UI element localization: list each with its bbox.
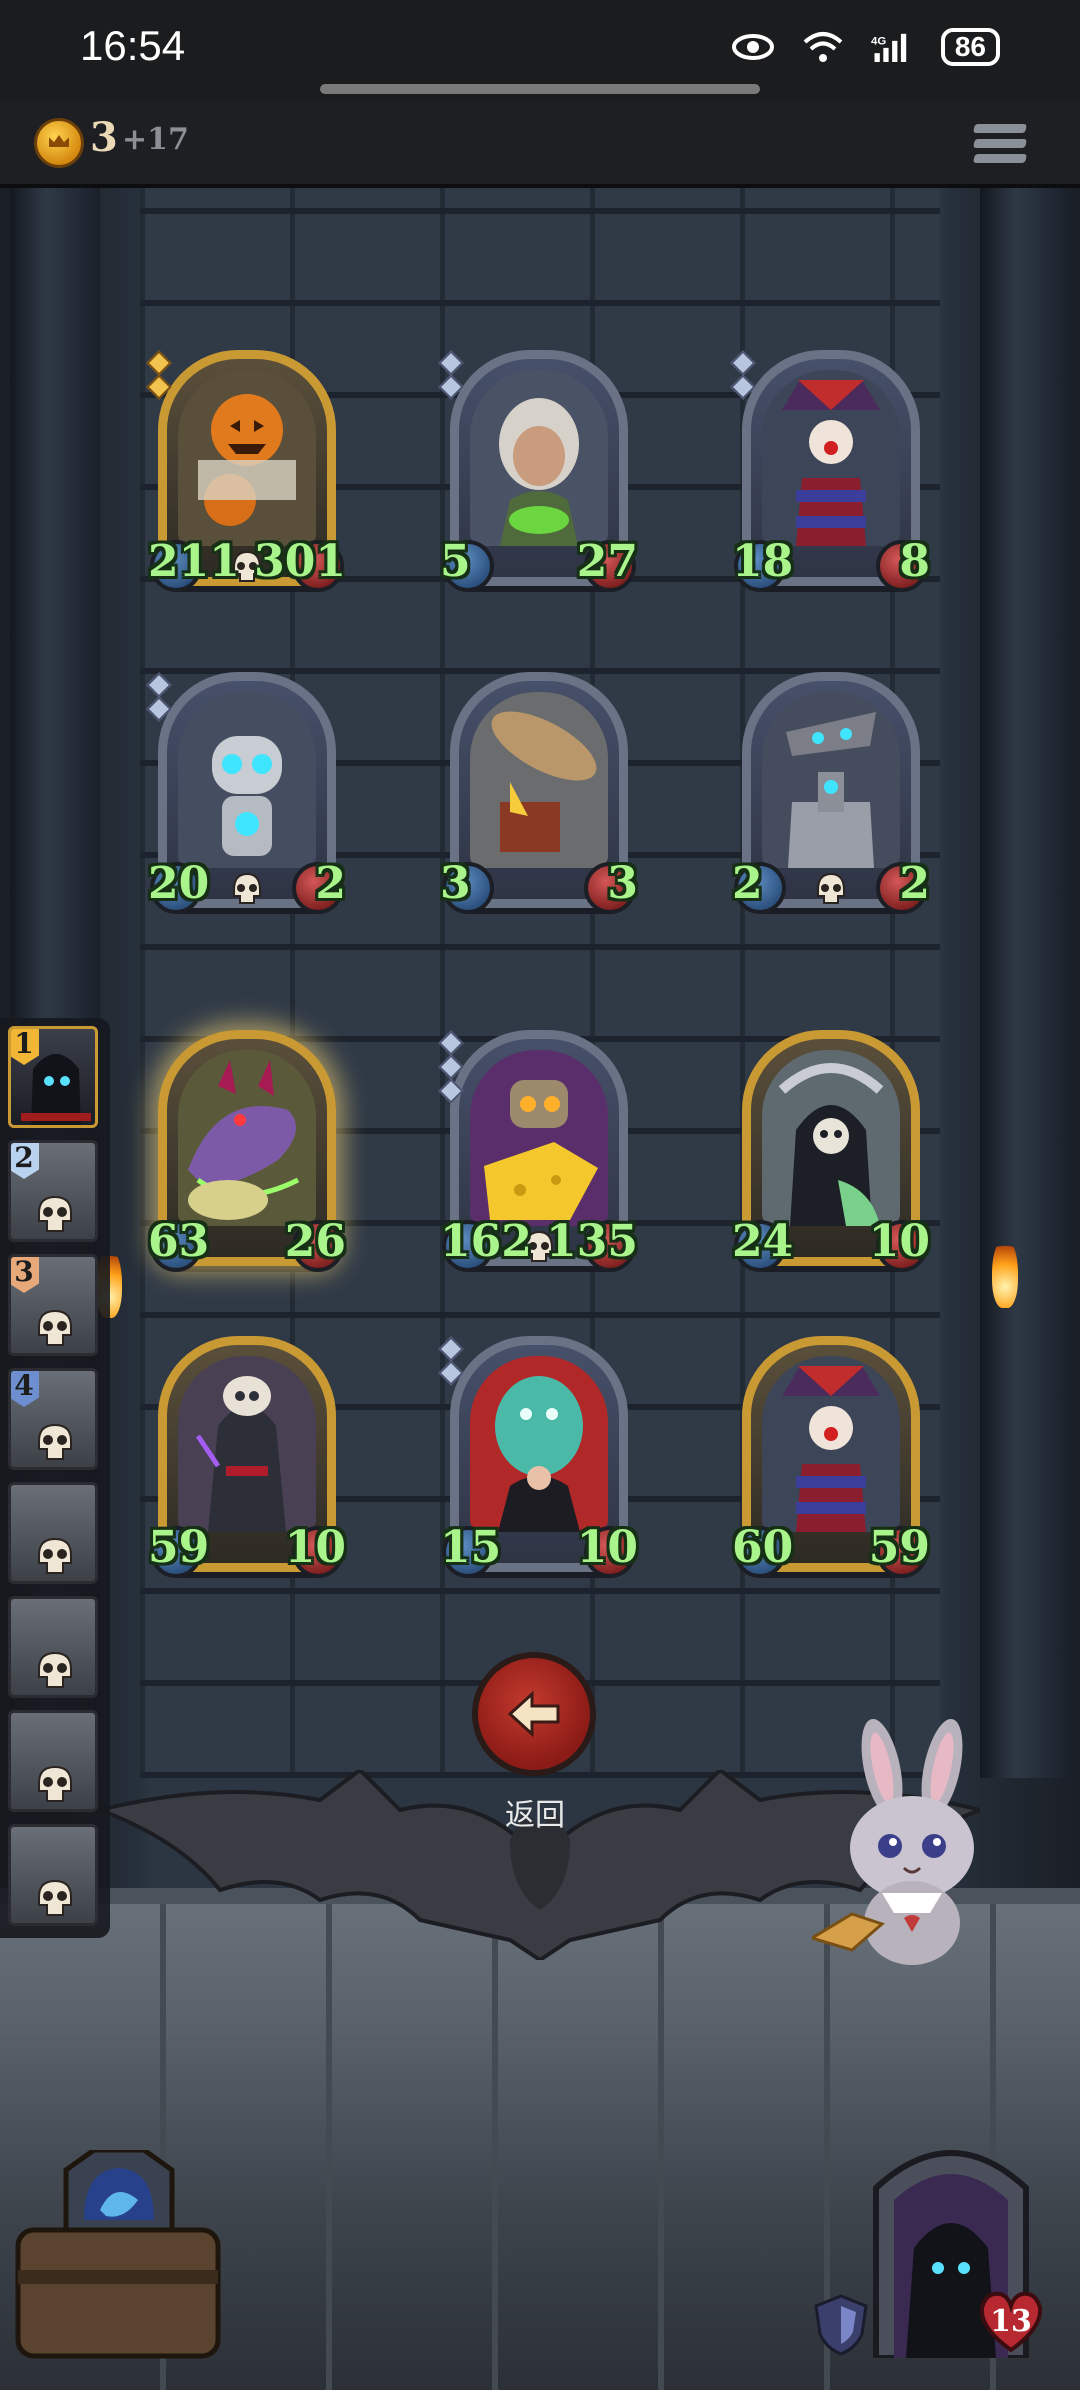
card-art <box>178 1356 316 1532</box>
rank-badge: 3 <box>11 1257 39 1293</box>
card-health: 2 <box>899 858 930 909</box>
rank-badge: 4 <box>11 1371 39 1407</box>
dark-sorcerer-card[interactable]: 59 10 <box>148 1336 346 1578</box>
card-attack: 18 <box>732 536 794 587</box>
card-attack: 63 <box>148 1216 210 1267</box>
golden-jester-card[interactable]: 60 59 <box>732 1336 930 1578</box>
tier-pips <box>146 672 172 724</box>
tier-pips <box>438 350 464 402</box>
skull-icon <box>38 1651 72 1688</box>
gesture-pill[interactable] <box>320 84 760 94</box>
card-health: 59 <box>868 1522 930 1573</box>
tier-pips <box>146 350 172 402</box>
return-label: 返回 <box>505 1798 565 1833</box>
skull-icon <box>38 1537 72 1574</box>
card-health: 8 <box>899 536 930 587</box>
skull-icon <box>233 872 261 904</box>
card-health: 10 <box>576 1522 638 1573</box>
card-attack: 59 <box>148 1522 210 1573</box>
right-pillar <box>980 188 1070 1778</box>
wifi-icon <box>803 32 843 62</box>
old-witch-card[interactable]: 5 27 <box>438 350 638 592</box>
card-attack: 60 <box>732 1522 794 1573</box>
card-art <box>470 692 608 868</box>
return-button[interactable] <box>472 1652 596 1776</box>
card-attack: 24 <box>732 1216 794 1267</box>
svg-text:4G: 4G <box>871 35 886 47</box>
card-health: 10 <box>284 1522 346 1573</box>
roster-slot[interactable] <box>8 1710 98 1812</box>
card-art <box>762 370 900 546</box>
arrow-left-icon <box>507 1690 560 1738</box>
skull-icon <box>817 872 845 904</box>
card-art <box>470 1356 608 1532</box>
card-art <box>178 692 316 868</box>
robot-automaton-card[interactable]: 20 2 <box>146 672 346 914</box>
roster-slot[interactable]: 1 <box>8 1026 98 1128</box>
gold-amount: 3 <box>90 114 118 161</box>
bell-robot-card[interactable]: 22 <box>732 672 930 914</box>
top-hud: 3 +17 <box>0 100 1080 188</box>
skull-icon <box>38 1879 72 1916</box>
card-attack: 3 <box>440 858 471 909</box>
card-attack: 2 <box>732 858 763 909</box>
roster-slot[interactable] <box>8 1482 98 1584</box>
ghost-summoner-card[interactable]: 15 10 <box>438 1336 638 1578</box>
roster-slot[interactable]: 3 <box>8 1254 98 1356</box>
gold-income: +17 <box>122 122 189 157</box>
card-health: 301 <box>254 536 346 587</box>
card-art <box>470 370 608 546</box>
status-icons: 4G 86 <box>731 28 1000 66</box>
skull-icon <box>38 1309 72 1346</box>
rank-badge: 2 <box>11 1143 39 1179</box>
status-bar: 16:54 4G 86 <box>0 0 1080 100</box>
tier-pips <box>730 350 756 402</box>
card-attack: 15 <box>440 1522 502 1573</box>
card-art <box>470 1050 608 1226</box>
jester-clown-card[interactable]: 18 8 <box>730 350 930 592</box>
battery-icon: 86 <box>940 28 1000 66</box>
skull-icon <box>38 1195 72 1232</box>
roster-slot[interactable]: 4 <box>8 1368 98 1470</box>
cheese-robot-card[interactable]: 162 135 <box>438 1030 638 1272</box>
torch-flame-icon <box>992 1238 1018 1308</box>
skull-icon <box>38 1423 72 1460</box>
bunny-announcer-icon <box>812 1718 974 1965</box>
roster-slot[interactable] <box>8 1596 98 1698</box>
card-art <box>178 1050 316 1226</box>
player-roster: 1 2 3 4 <box>0 1018 110 1938</box>
tier-pips <box>438 1336 464 1388</box>
card-art <box>762 1356 900 1532</box>
shield-icon <box>814 2294 868 2356</box>
card-attack: 5 <box>440 536 471 587</box>
tier-pips <box>438 1030 464 1106</box>
treasure-chest-icon[interactable] <box>14 2150 224 2360</box>
roster-slot[interactable] <box>8 1824 98 1926</box>
card-health: 10 <box>868 1216 930 1267</box>
hamburger-menu-icon[interactable] <box>973 124 1027 170</box>
grim-reaper-card[interactable]: 24 10 <box>732 1030 930 1272</box>
card-health: 3 <box>607 858 638 909</box>
status-time: 16:54 <box>80 22 186 69</box>
hero-health: 13 <box>990 2304 1032 2339</box>
gold-coin-icon <box>34 118 84 168</box>
airship-card[interactable]: 33 <box>440 672 638 914</box>
pumpkin-scarecrow-card[interactable]: 211 301 <box>146 350 346 592</box>
card-attack: 162 <box>440 1216 532 1267</box>
card-health: 27 <box>576 536 638 587</box>
skull-icon <box>38 1765 72 1802</box>
card-art <box>762 692 900 868</box>
card-health: 2 <box>315 858 346 909</box>
card-attack: 211 <box>148 536 240 587</box>
signal-4g-icon: 4G <box>871 33 907 62</box>
card-art <box>762 1050 900 1226</box>
card-health: 135 <box>546 1216 638 1267</box>
eye-icon <box>731 34 774 60</box>
card-attack: 20 <box>148 858 210 909</box>
roster-slot[interactable]: 2 <box>8 1140 98 1242</box>
card-health: 26 <box>284 1216 346 1267</box>
dragon-serpent-card[interactable]: 63 26 <box>148 1030 346 1272</box>
card-art <box>178 370 316 546</box>
